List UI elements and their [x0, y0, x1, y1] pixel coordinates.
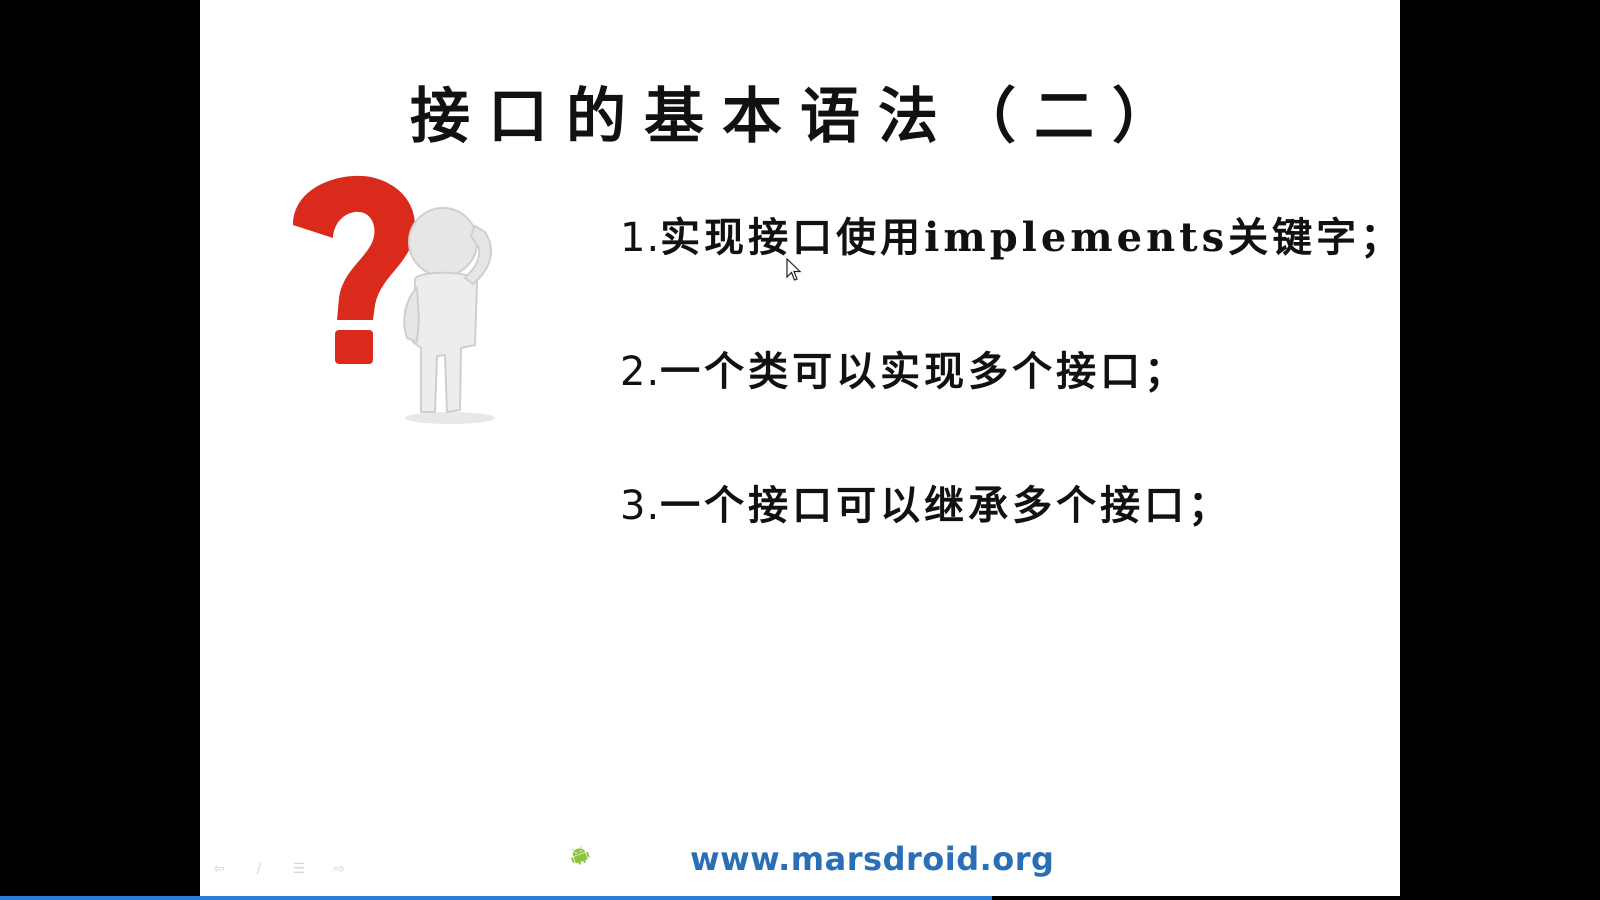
bullet-number: 2.	[620, 349, 661, 395]
bullet-number: 1.	[620, 215, 661, 261]
bullet-text: 一个接口可以继承多个接口；	[660, 482, 1233, 529]
bullet-text: 一个类可以实现多个接口；	[660, 348, 1189, 395]
slide-title: 接口的基本语法（二）	[410, 82, 1190, 152]
footer-url[interactable]: www.marsdroid.org	[690, 840, 1054, 878]
video-progress-bar[interactable]	[0, 896, 1600, 900]
bullet-number: 3.	[620, 483, 661, 529]
bullet-item: 3.一个接口可以继承多个接口；	[620, 478, 1400, 612]
bullet-text: 实现接口使用implements关键字；	[660, 214, 1400, 261]
slide-navigation-controls: ⇦ ∕ ☰ ⇨	[208, 862, 350, 876]
pen-icon[interactable]: ∕	[248, 862, 270, 876]
question-mark-figure-icon	[293, 175, 495, 424]
menu-icon[interactable]: ☰	[288, 862, 310, 876]
video-player-screen: 接口的基本语法（二） 1.实现接口使用implements关键字； 2.一个类可…	[0, 0, 1600, 900]
android-robot-icon	[571, 845, 590, 865]
presentation-slide: 接口的基本语法（二） 1.实现接口使用implements关键字； 2.一个类可…	[200, 0, 1400, 898]
next-icon[interactable]: ⇨	[328, 862, 350, 876]
bullet-list: 1.实现接口使用implements关键字； 2.一个类可以实现多个接口； 3.…	[620, 210, 1400, 612]
mouse-cursor-icon	[786, 258, 802, 281]
bullet-item: 2.一个类可以实现多个接口；	[620, 344, 1400, 478]
previous-icon[interactable]: ⇦	[208, 862, 230, 876]
video-progress-fill	[0, 896, 992, 900]
bullet-item: 1.实现接口使用implements关键字；	[620, 210, 1400, 344]
